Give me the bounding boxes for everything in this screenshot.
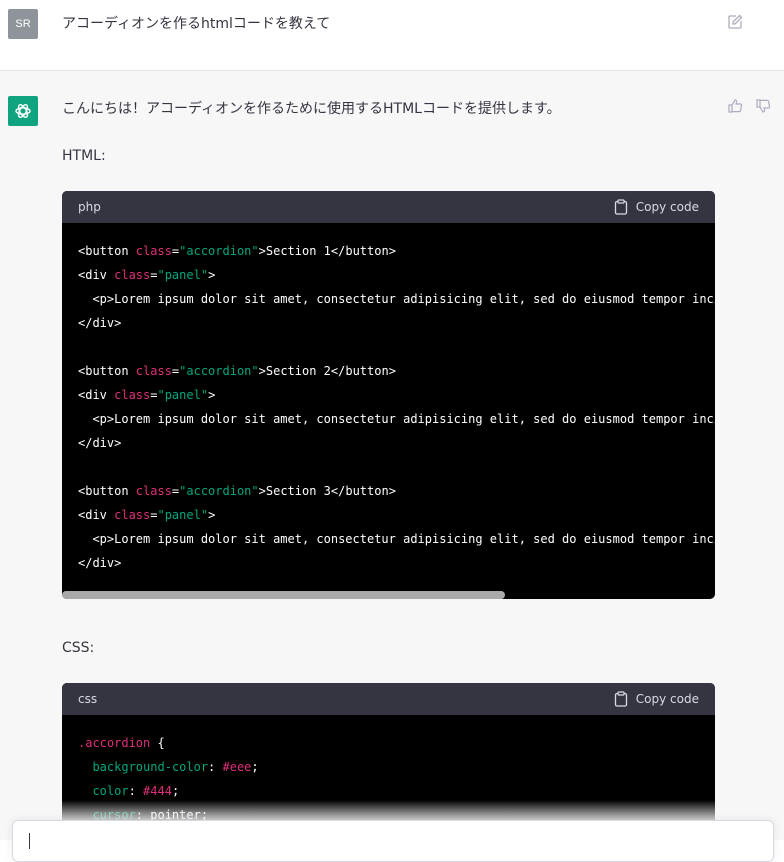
html-code-content: <button class="accordion">Section 1</but…: [78, 244, 715, 570]
assistant-avatar: [8, 96, 38, 126]
thumbs-down-icon[interactable]: [755, 98, 771, 114]
horizontal-scrollbar[interactable]: [62, 591, 505, 599]
edit-icon[interactable]: [727, 14, 743, 30]
assistant-intro-text: こんにちは！アコーディオンを作るために使用するHTMLコードを提供します。: [62, 101, 561, 117]
code-header: php Copy code: [62, 191, 715, 223]
openai-logo-icon: [15, 104, 31, 118]
html-code-block: php Copy code <button class="accordion">…: [62, 191, 715, 599]
user-avatar: SR: [8, 9, 38, 39]
assistant-message-row: こんにちは！アコーディオンを作るために使用するHTMLコードを提供します。 HT…: [0, 71, 784, 843]
code-header: css Copy code: [62, 683, 715, 715]
html-label: HTML:: [62, 148, 106, 164]
code-language-label: php: [78, 200, 101, 214]
copy-code-button[interactable]: Copy code: [614, 199, 699, 215]
copy-code-label: Copy code: [635, 692, 699, 706]
copy-code-button[interactable]: Copy code: [614, 691, 699, 707]
user-message-row: SR アコーディオンを作るhtmlコードを教えて: [0, 0, 784, 71]
thumbs-up-icon[interactable]: [727, 98, 743, 114]
copy-code-label: Copy code: [635, 200, 699, 214]
text-cursor: [29, 833, 30, 849]
user-message-text: アコーディオンを作るhtmlコードを教えて: [62, 16, 331, 32]
message-input[interactable]: [12, 820, 774, 862]
css-label: CSS:: [62, 640, 95, 656]
clipboard-icon: [614, 691, 627, 707]
clipboard-icon: [614, 199, 627, 215]
code-language-label: css: [78, 692, 98, 706]
